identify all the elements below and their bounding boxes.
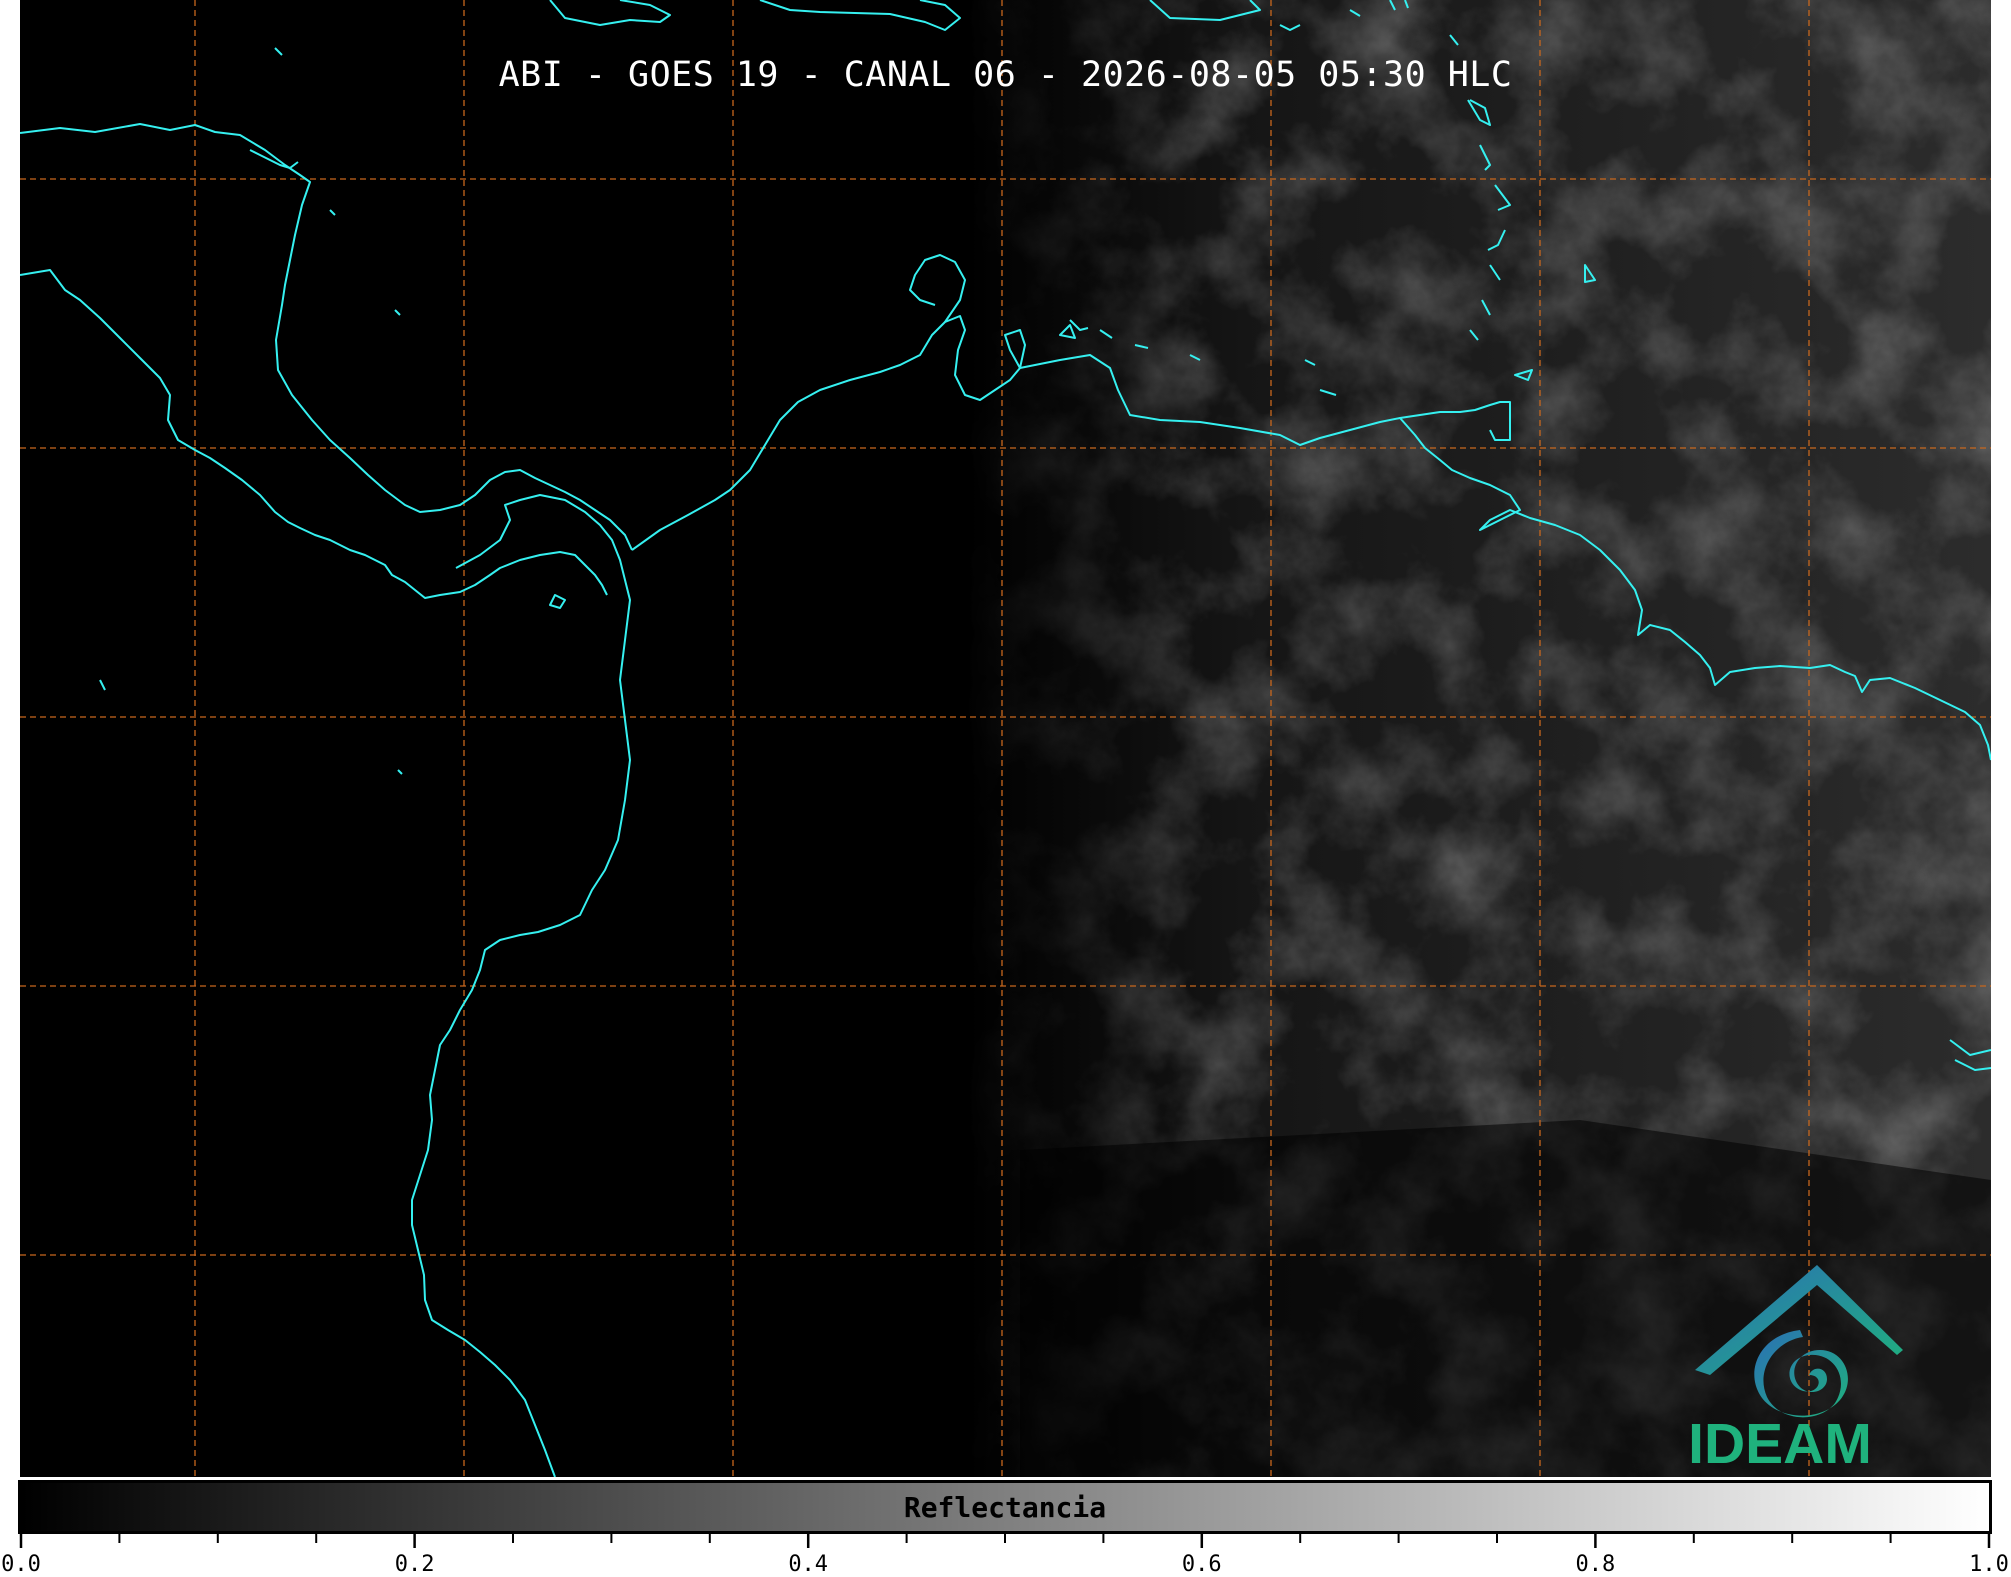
logo-text: IDEAM [1688,1412,1872,1476]
colorbar-label: Reflectancia [903,1490,1107,1524]
colorbar-tick-label: 0.0 [1,1552,41,1577]
colorbar-tick-label: 0.2 [394,1552,435,1577]
colorbar-tick-label: 0.4 [788,1552,829,1577]
colorbar-tick-label: 0.6 [1181,1552,1222,1577]
colorbar: Reflectancia [18,1480,1992,1534]
colorbar-tick-labels: 0.0 0.2 0.4 0.6 0.8 1.0 [0,1534,2011,1577]
colorbar-tick-label: 0.8 [1575,1552,1616,1577]
colorbar-tick-label: 1.0 [1969,1552,2009,1577]
ideam-logo: IDEAM [1665,1255,1895,1473]
